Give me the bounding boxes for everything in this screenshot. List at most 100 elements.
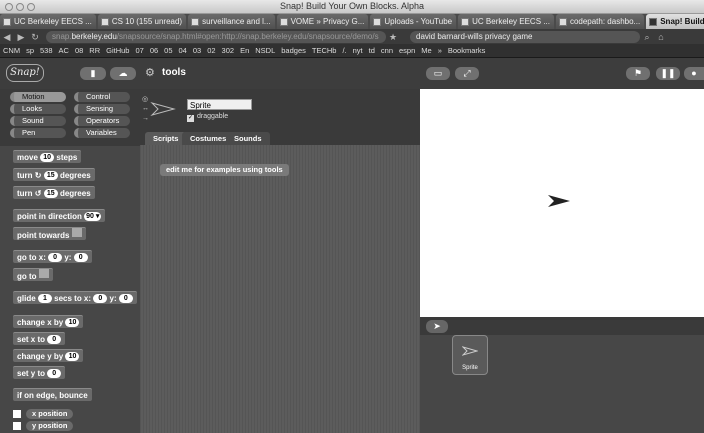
bookmark[interactable]: CNM [0,46,23,55]
bookmark[interactable]: espn [396,46,418,55]
bookmark[interactable]: td [366,46,378,55]
search-field[interactable]: david barnard-wills privacy game [410,30,640,43]
set-x-block[interactable]: set x to 0 [13,332,66,345]
set-y-input[interactable]: 0 [47,369,62,378]
point-towards-block[interactable]: point towards [13,227,86,240]
turn-left-input[interactable]: 15 [43,189,58,198]
bookmark[interactable]: 02 [204,46,218,55]
glide-x-input[interactable]: 0 [93,294,108,303]
search-icon[interactable]: ⌕ [640,31,654,43]
fullscreen-button[interactable]: ⤢ [455,67,479,80]
change-y-input[interactable]: 10 [65,352,80,361]
browser-tab[interactable]: Uploads - YouTube [370,14,457,29]
bookmark[interactable]: 06 [147,46,161,55]
move-block[interactable]: move 10 steps [13,150,82,163]
url-field[interactable]: snap.berkeley.edu/snapsource/snap.html#o… [46,30,386,43]
turn-right-input[interactable]: 15 [43,171,58,180]
bookmark[interactable]: » [435,46,445,55]
sprite-arrow-icon[interactable] [548,195,570,207]
pause-button[interactable]: ❚❚ [656,67,680,80]
bookmark[interactable]: 538 [37,46,56,55]
browser-tab[interactable]: UC Berkeley EECS ... [458,14,554,29]
bookmark[interactable]: 05 [161,46,175,55]
glide-y-input[interactable]: 0 [118,294,133,303]
sprite-thumbnail[interactable]: Sprite [452,335,488,375]
bookmark[interactable]: badges [278,46,309,55]
scripting-area[interactable]: edit me for examples using tools [140,145,420,433]
draggable-checkbox[interactable]: ✓ [187,115,194,122]
category-pen[interactable]: Pen [10,128,66,138]
browser-tab[interactable]: UC Berkeley EECS ... [0,14,96,29]
browser-tab[interactable]: CS 10 (155 unread) [97,14,187,29]
category-motion[interactable]: Motion [10,92,66,102]
gear-icon[interactable]: ⚙ [145,66,155,79]
bookmark[interactable]: cnn [378,46,396,55]
bookmark[interactable]: 03 [190,46,204,55]
flag-button[interactable]: ⚑ [626,67,650,80]
glide-block[interactable]: glide 1 secs to x: 0 y: 0 [13,291,137,304]
change-x-block[interactable]: change x by 10 [13,315,84,328]
category-looks[interactable]: Looks [10,104,66,114]
rotation-leftright-icon[interactable]: ↔ [142,105,149,112]
browser-tab[interactable]: surveillance and l... [188,14,275,29]
browser-tab[interactable]: codepath: dashbo... [555,14,645,29]
reload-icon[interactable]: ↻ [28,31,42,43]
bookmark[interactable]: RR [86,46,103,55]
category-variables[interactable]: Variables [74,128,130,138]
draggable-toggle[interactable]: ✓ draggable [187,113,228,122]
y-position-checkbox[interactable] [13,422,21,430]
x-position-reporter[interactable]: x position [26,409,74,419]
turn-left-block[interactable]: turn ↺ 15 degrees [13,186,95,199]
rotation-none-icon[interactable]: → [142,115,149,122]
bookmark[interactable]: NSDL [252,46,278,55]
stop-button[interactable]: ● [684,67,704,80]
back-arrow-icon[interactable]: ◀ [0,31,14,43]
turn-right-block[interactable]: turn ↻ 15 degrees [13,168,95,181]
direction-dropdown[interactable]: 90 ▾ [84,212,102,221]
bookmark[interactable]: 08 [72,46,86,55]
set-y-block[interactable]: set y to 0 [13,366,66,379]
bounce-block[interactable]: if on edge, bounce [13,388,92,401]
change-x-input[interactable]: 10 [65,318,80,327]
bookmark[interactable]: 04 [176,46,190,55]
browser-tab-active[interactable]: Snap! Build ... [646,14,704,29]
cloud-button[interactable]: ☁ [110,67,136,80]
move-steps-input[interactable]: 10 [40,153,55,162]
bookmark[interactable]: Me [418,46,434,55]
y-position-reporter[interactable]: y position [26,421,74,431]
glide-secs-input[interactable]: 1 [37,294,52,303]
sprite-name-field[interactable]: Sprite [187,99,252,110]
forward-arrow-icon[interactable]: ▶ [14,31,28,43]
snap-logo-button[interactable]: Snap! [6,64,44,82]
bookmark[interactable]: /. [339,46,349,55]
category-sensing[interactable]: Sensing [74,104,130,114]
bookmark[interactable]: En [237,46,252,55]
stage[interactable] [420,89,704,317]
point-in-direction-block[interactable]: point in direction 90 ▾ [13,209,106,222]
bookmark-star-icon[interactable]: ★ [386,31,400,43]
bookmark[interactable]: TECHb [309,46,340,55]
browser-tab[interactable]: VOME » Privacy G... [276,14,369,29]
goto-y-input[interactable]: 0 [73,253,88,262]
bookmark[interactable]: nyt [350,46,366,55]
add-turtle-button[interactable]: ➤ [426,320,448,333]
tab-sounds[interactable]: Sounds [226,132,270,145]
go-to-xy-block[interactable]: go to x: 0 y: 0 [13,250,92,263]
home-icon[interactable]: ⌂ [654,31,668,43]
bookmark[interactable]: GitHub [103,46,132,55]
bookmark[interactable]: Bookmarks [445,46,489,55]
change-y-block[interactable]: change y by 10 [13,349,84,362]
bookmark[interactable]: sp [23,46,37,55]
bookmark[interactable]: AC [56,46,72,55]
goto-x-input[interactable]: 0 [48,253,63,262]
edit-me-block[interactable]: edit me for examples using tools [160,164,289,176]
set-x-input[interactable]: 0 [47,335,62,344]
goto-dropdown[interactable] [38,269,49,278]
category-control[interactable]: Control [74,92,130,102]
category-sound[interactable]: Sound [10,116,66,126]
category-operators[interactable]: Operators [74,116,130,126]
tab-scripts[interactable]: Scripts [145,132,187,145]
bookmark[interactable]: 302 [219,46,238,55]
x-position-checkbox[interactable] [13,410,21,418]
rotation-style-icon[interactable]: ◎ [142,95,148,103]
